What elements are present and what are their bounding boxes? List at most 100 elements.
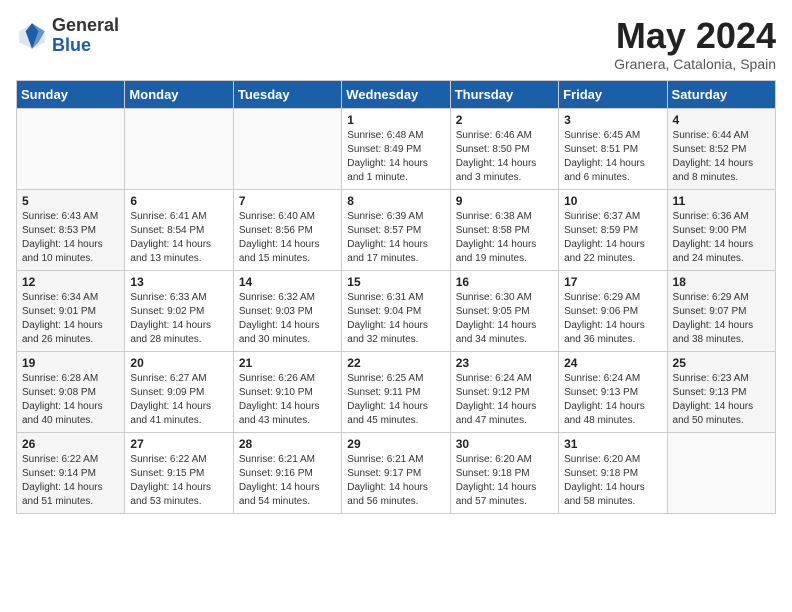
day-number: 28 <box>239 437 336 451</box>
day-info: Sunrise: 6:33 AMSunset: 9:02 PMDaylight:… <box>130 291 227 347</box>
calendar-empty-cell <box>667 432 775 513</box>
col-header-thursday: Thursday <box>450 80 558 108</box>
day-number: 17 <box>564 275 661 289</box>
month-year-title: May 2024 <box>614 16 776 56</box>
day-info: Sunrise: 6:21 AMSunset: 9:17 PMDaylight:… <box>347 453 444 509</box>
day-info: Sunrise: 6:38 AMSunset: 8:58 PMDaylight:… <box>456 210 553 266</box>
calendar-week-row: 12Sunrise: 6:34 AMSunset: 9:01 PMDayligh… <box>17 270 776 351</box>
day-info: Sunrise: 6:30 AMSunset: 9:05 PMDaylight:… <box>456 291 553 347</box>
calendar-day-12: 12Sunrise: 6:34 AMSunset: 9:01 PMDayligh… <box>17 270 125 351</box>
logo-blue-text: Blue <box>52 36 119 56</box>
day-info: Sunrise: 6:36 AMSunset: 9:00 PMDaylight:… <box>673 210 770 266</box>
day-number: 11 <box>673 194 770 208</box>
calendar-day-16: 16 Sunrise: 6:30 AMSunset: 9:05 PMDayligh… <box>450 270 558 351</box>
day-number: 22 <box>347 356 444 370</box>
calendar-day-25: 25 Sunrise: 6:23 AMSunset: 9:13 PMDayligh… <box>667 351 775 432</box>
calendar-header-row: SundayMondayTuesdayWednesdayThursdayFrid… <box>17 80 776 108</box>
day-info: Sunrise: 6:39 AMSunset: 8:57 PMDaylight:… <box>347 210 444 266</box>
day-info: Sunrise: 6:23 AMSunset: 9:13 PMDaylight:… <box>673 372 770 428</box>
day-info: Sunrise: 6:48 AMSunset: 8:49 PMDaylight:… <box>347 129 444 185</box>
calendar-empty-cell <box>233 108 341 189</box>
title-area: May 2024 Granera, Catalonia, Spain <box>614 16 776 72</box>
day-number: 18 <box>673 275 770 289</box>
calendar-day-7: 7 Sunrise: 6:40 AMSunset: 8:56 PMDaylight… <box>233 189 341 270</box>
day-info: Sunrise: 6:22 AMSunset: 9:14 PMDaylight:… <box>22 453 119 509</box>
logo-general-text: General <box>52 16 119 36</box>
day-number: 25 <box>673 356 770 370</box>
day-number: 3 <box>564 113 661 127</box>
calendar-day-22: 22 Sunrise: 6:25 AMSunset: 9:11 PMDayligh… <box>342 351 450 432</box>
calendar-day-28: 28 Sunrise: 6:21 AMSunset: 9:16 PMDayligh… <box>233 432 341 513</box>
day-info: Sunrise: 6:21 AMSunset: 9:16 PMDaylight:… <box>239 453 336 509</box>
day-number: 31 <box>564 437 661 451</box>
day-number: 1 <box>347 113 444 127</box>
calendar-empty-cell <box>17 108 125 189</box>
calendar-day-10: 10Sunrise: 6:37 AMSunset: 8:59 PMDayligh… <box>559 189 667 270</box>
day-info: Sunrise: 6:32 AMSunset: 9:03 PMDaylight:… <box>239 291 336 347</box>
calendar-day-11: 11 Sunrise: 6:36 AMSunset: 9:00 PMDayligh… <box>667 189 775 270</box>
calendar-day-23: 23 Sunrise: 6:24 AMSunset: 9:12 PMDayligh… <box>450 351 558 432</box>
day-number: 13 <box>130 275 227 289</box>
day-number: 10 <box>564 194 661 208</box>
col-header-wednesday: Wednesday <box>342 80 450 108</box>
logo-icon <box>16 20 48 52</box>
day-number: 23 <box>456 356 553 370</box>
calendar-day-8: 8 Sunrise: 6:39 AMSunset: 8:57 PMDaylight… <box>342 189 450 270</box>
logo: General Blue <box>16 16 119 56</box>
day-number: 2 <box>456 113 553 127</box>
day-number: 15 <box>347 275 444 289</box>
calendar-week-row: 1 Sunrise: 6:48 AMSunset: 8:49 PMDaylight… <box>17 108 776 189</box>
day-info: Sunrise: 6:27 AMSunset: 9:09 PMDaylight:… <box>130 372 227 428</box>
calendar-day-18: 18Sunrise: 6:29 AMSunset: 9:07 PMDayligh… <box>667 270 775 351</box>
day-info: Sunrise: 6:26 AMSunset: 9:10 PMDaylight:… <box>239 372 336 428</box>
location-subtitle: Granera, Catalonia, Spain <box>614 56 776 72</box>
day-info: Sunrise: 6:20 AMSunset: 9:18 PMDaylight:… <box>456 453 553 509</box>
day-info: Sunrise: 6:44 AMSunset: 8:52 PMDaylight:… <box>673 129 770 185</box>
calendar-day-24: 24Sunrise: 6:24 AMSunset: 9:13 PMDayligh… <box>559 351 667 432</box>
day-info: Sunrise: 6:25 AMSunset: 9:11 PMDaylight:… <box>347 372 444 428</box>
day-number: 9 <box>456 194 553 208</box>
day-info: Sunrise: 6:24 AMSunset: 9:12 PMDaylight:… <box>456 372 553 428</box>
col-header-sunday: Sunday <box>17 80 125 108</box>
day-number: 30 <box>456 437 553 451</box>
calendar-day-15: 15 Sunrise: 6:31 AMSunset: 9:04 PMDayligh… <box>342 270 450 351</box>
day-number: 8 <box>347 194 444 208</box>
calendar-empty-cell <box>125 108 233 189</box>
day-info: Sunrise: 6:46 AMSunset: 8:50 PMDaylight:… <box>456 129 553 185</box>
day-number: 7 <box>239 194 336 208</box>
calendar-day-26: 26Sunrise: 6:22 AMSunset: 9:14 PMDayligh… <box>17 432 125 513</box>
calendar-day-6: 6 Sunrise: 6:41 AMSunset: 8:54 PMDaylight… <box>125 189 233 270</box>
day-number: 21 <box>239 356 336 370</box>
calendar-day-2: 2 Sunrise: 6:46 AMSunset: 8:50 PMDaylight… <box>450 108 558 189</box>
col-header-monday: Monday <box>125 80 233 108</box>
day-info: Sunrise: 6:29 AMSunset: 9:06 PMDaylight:… <box>564 291 661 347</box>
calendar-week-row: 5Sunrise: 6:43 AMSunset: 8:53 PMDaylight… <box>17 189 776 270</box>
day-number: 6 <box>130 194 227 208</box>
day-number: 24 <box>564 356 661 370</box>
day-info: Sunrise: 6:43 AMSunset: 8:53 PMDaylight:… <box>22 210 119 266</box>
calendar-day-21: 21 Sunrise: 6:26 AMSunset: 9:10 PMDayligh… <box>233 351 341 432</box>
day-info: Sunrise: 6:40 AMSunset: 8:56 PMDaylight:… <box>239 210 336 266</box>
calendar-day-19: 19Sunrise: 6:28 AMSunset: 9:08 PMDayligh… <box>17 351 125 432</box>
day-info: Sunrise: 6:45 AMSunset: 8:51 PMDaylight:… <box>564 129 661 185</box>
day-number: 19 <box>22 356 119 370</box>
col-header-tuesday: Tuesday <box>233 80 341 108</box>
calendar-day-14: 14Sunrise: 6:32 AMSunset: 9:03 PMDayligh… <box>233 270 341 351</box>
calendar-week-row: 19Sunrise: 6:28 AMSunset: 9:08 PMDayligh… <box>17 351 776 432</box>
day-number: 29 <box>347 437 444 451</box>
logo-text: General Blue <box>52 16 119 56</box>
calendar-day-30: 30 Sunrise: 6:20 AMSunset: 9:18 PMDayligh… <box>450 432 558 513</box>
day-number: 27 <box>130 437 227 451</box>
day-number: 16 <box>456 275 553 289</box>
day-info: Sunrise: 6:22 AMSunset: 9:15 PMDaylight:… <box>130 453 227 509</box>
calendar-day-17: 17 Sunrise: 6:29 AMSunset: 9:06 PMDayligh… <box>559 270 667 351</box>
calendar-day-1: 1 Sunrise: 6:48 AMSunset: 8:49 PMDaylight… <box>342 108 450 189</box>
calendar-day-13: 13 Sunrise: 6:33 AMSunset: 9:02 PMDayligh… <box>125 270 233 351</box>
calendar-day-20: 20Sunrise: 6:27 AMSunset: 9:09 PMDayligh… <box>125 351 233 432</box>
calendar-day-27: 27 Sunrise: 6:22 AMSunset: 9:15 PMDayligh… <box>125 432 233 513</box>
calendar-day-29: 29 Sunrise: 6:21 AMSunset: 9:17 PMDayligh… <box>342 432 450 513</box>
day-info: Sunrise: 6:31 AMSunset: 9:04 PMDaylight:… <box>347 291 444 347</box>
day-info: Sunrise: 6:41 AMSunset: 8:54 PMDaylight:… <box>130 210 227 266</box>
calendar-day-4: 4Sunrise: 6:44 AMSunset: 8:52 PMDaylight… <box>667 108 775 189</box>
day-info: Sunrise: 6:34 AMSunset: 9:01 PMDaylight:… <box>22 291 119 347</box>
